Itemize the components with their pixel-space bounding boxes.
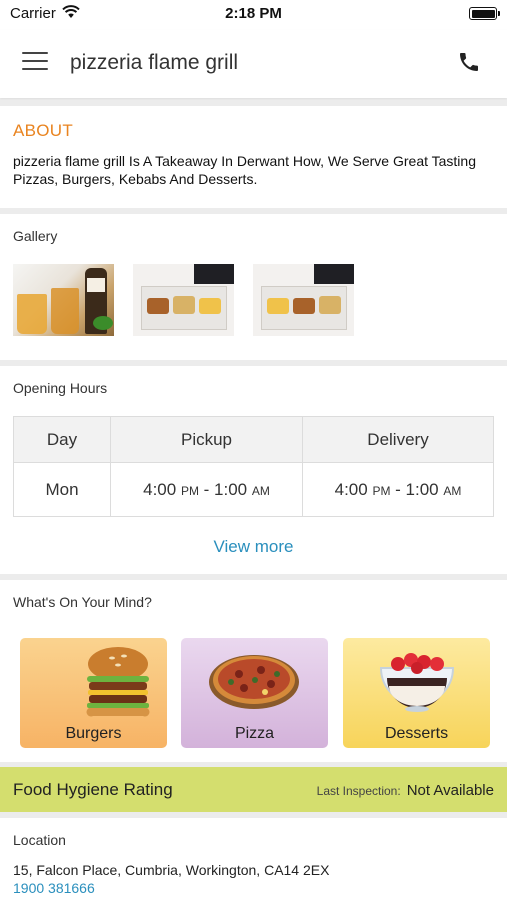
gallery-label: Gallery <box>13 228 58 244</box>
header-delivery: Delivery <box>302 416 494 463</box>
pickup-close-time: 1:00 <box>214 479 248 499</box>
opening-hours-section: Opening Hours Day Pickup Delivery Mon 4:… <box>0 366 507 574</box>
about-text: pizzeria flame grill Is A Takeaway In De… <box>13 153 476 187</box>
delivery-cell: 4:00 PM - 1:00 AM <box>302 462 494 517</box>
pickup-open-suffix: PM <box>180 483 199 498</box>
address-text: 15, Falcon Place, Cumbria, Workington, C… <box>13 862 330 878</box>
opening-hours-label: Opening Hours <box>13 380 108 396</box>
hamburger-menu-icon[interactable] <box>22 52 48 72</box>
hours-table: Day Pickup Delivery Mon 4:00 PM - 1:00 A… <box>13 416 494 517</box>
dessert-icon <box>379 653 455 712</box>
pickup-open-time: 4:00 <box>143 479 177 499</box>
category-label-pizza: Pizza <box>234 725 275 742</box>
phone-number-link[interactable]: 1900 381666 <box>13 880 95 896</box>
category-card-pizza[interactable]: Pizza <box>181 638 328 748</box>
whats-on-your-mind-label: What's On Your Mind? <box>13 594 152 610</box>
hygiene-title: Food Hygiene Rating <box>13 780 173 799</box>
hygiene-inspection: Last Inspection: Not Available <box>317 782 494 799</box>
category-label-desserts: Desserts <box>384 725 449 742</box>
category-card-desserts[interactable]: Desserts <box>343 638 490 748</box>
delivery-open-suffix: PM <box>372 483 391 498</box>
header-day: Day <box>13 416 111 463</box>
inspection-label: Last Inspection: <box>316 784 401 798</box>
category-card-burgers[interactable]: Burgers <box>20 638 167 748</box>
delivery-close-time: 1:00 <box>405 479 439 499</box>
header-pickup: Pickup <box>110 416 303 463</box>
top-nav-bar: pizzeria flame grill <box>0 30 507 98</box>
pizza-icon <box>209 655 299 709</box>
hours-header-row: Day Pickup Delivery <box>13 416 494 463</box>
burger-icon <box>86 647 150 717</box>
phone-icon[interactable] <box>457 50 481 79</box>
inspection-value: Not Available <box>406 782 494 799</box>
category-label-burgers: Burgers <box>65 725 122 742</box>
pickup-close-suffix: AM <box>251 483 270 498</box>
view-more-link[interactable]: View more <box>0 537 507 557</box>
location-label: Location <box>13 832 66 848</box>
gallery-image-box-desserts-2[interactable] <box>253 264 354 336</box>
battery-icon <box>469 7 500 20</box>
delivery-close-suffix: AM <box>443 483 462 498</box>
delivery-open-time: 4:00 <box>334 479 368 499</box>
about-section: ABOUT pizzeria flame grill Is A Takeaway… <box>0 106 507 208</box>
day-cell: Mon <box>13 462 111 517</box>
location-section: Location 15, Falcon Place, Cumbria, Work… <box>0 818 507 900</box>
status-bar: Carrier 2:18 PM <box>0 0 507 30</box>
restaurant-title: pizzeria flame grill <box>70 51 239 74</box>
about-heading: ABOUT <box>13 121 74 140</box>
gallery-section: Gallery <box>0 214 507 360</box>
gallery-image-box-desserts[interactable] <box>133 264 234 336</box>
gallery-image-drinks[interactable] <box>13 264 114 336</box>
clock: 2:18 PM <box>225 5 282 22</box>
whats-on-your-mind-section: What's On Your Mind? Burgers Pizza Desse… <box>0 580 507 762</box>
table-row: Mon 4:00 PM - 1:00 AM 4:00 PM - 1:00 AM <box>13 462 494 517</box>
pickup-cell: 4:00 PM - 1:00 AM <box>110 462 303 517</box>
food-hygiene-banner: Food Hygiene Rating Last Inspection: Not … <box>0 767 507 812</box>
